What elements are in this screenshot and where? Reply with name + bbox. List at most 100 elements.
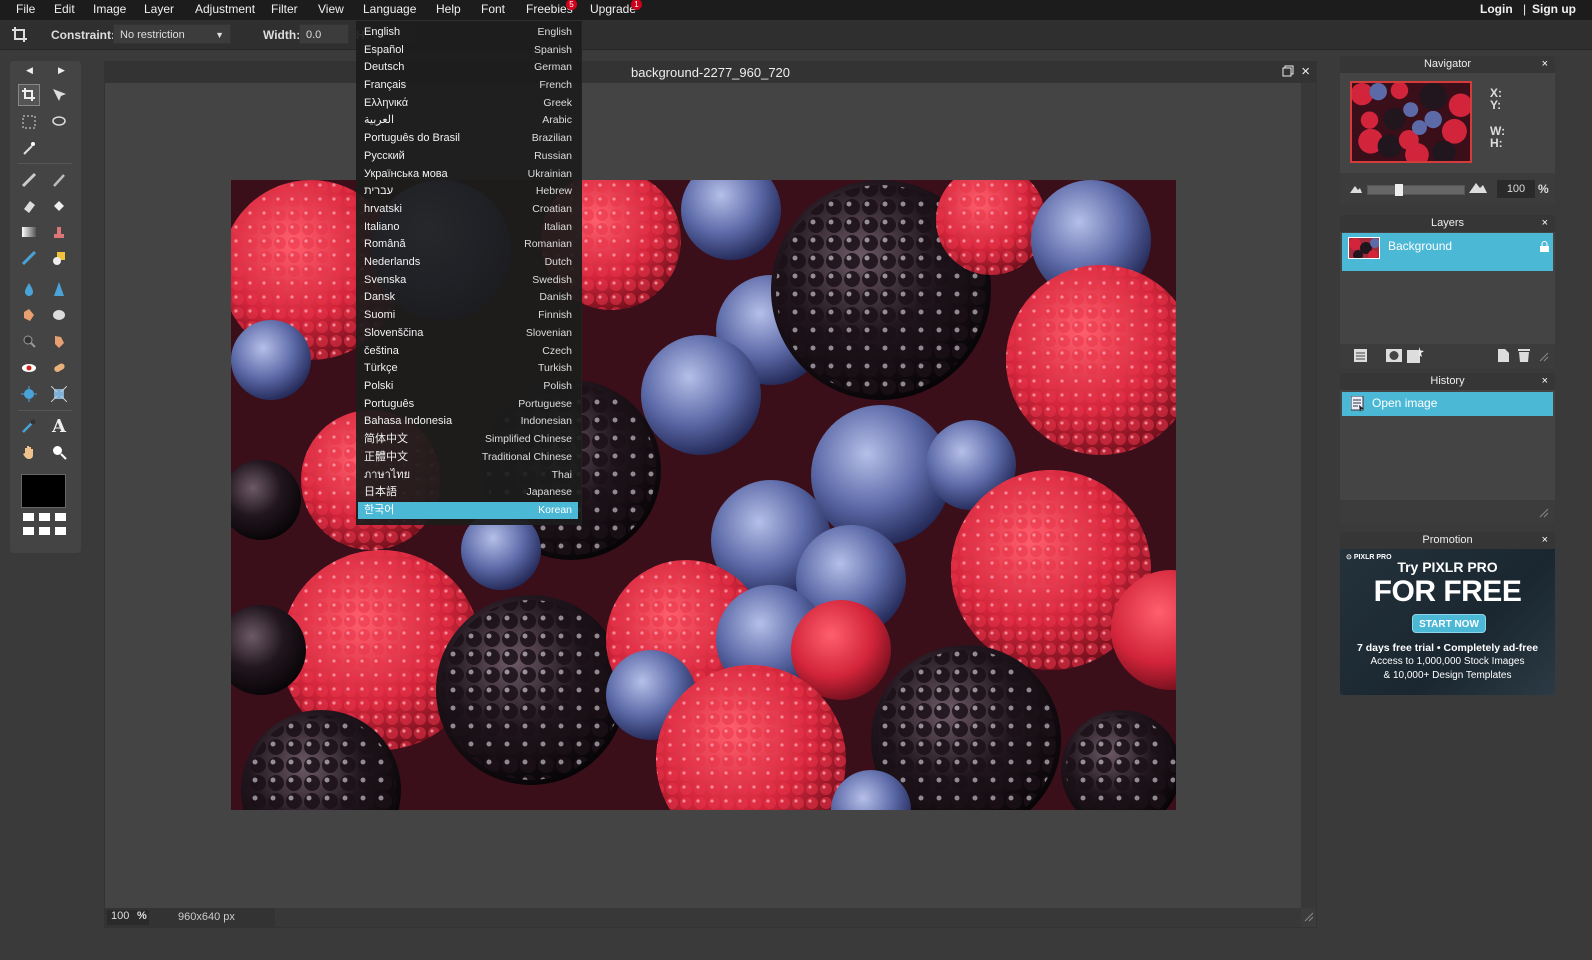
language-item[interactable]: Dansk Danish <box>358 289 578 306</box>
start-now-button[interactable]: START NOW <box>1412 614 1486 633</box>
language-item[interactable]: Español Spanish <box>358 42 578 59</box>
layer-row[interactable]: Background <box>1342 233 1553 271</box>
menu-view[interactable]: View <box>318 0 344 20</box>
width-field[interactable]: 0.0 <box>299 24 349 44</box>
language-item[interactable]: Português Portuguese <box>358 396 578 413</box>
pinch-tool-button[interactable] <box>48 383 70 405</box>
layer-settings-icon[interactable] <box>1354 349 1367 365</box>
language-item[interactable]: Nederlands Dutch <box>358 254 578 271</box>
menu-image[interactable]: Image <box>93 0 126 20</box>
zoom-out-mountain-icon[interactable] <box>1350 182 1362 196</box>
layer-mask-icon[interactable] <box>1386 349 1402 365</box>
language-item[interactable]: čeština Czech <box>358 343 578 360</box>
signup-link[interactable]: Sign up <box>1532 0 1576 20</box>
grid-icon[interactable] <box>23 513 67 539</box>
zoom-percent-field[interactable]: 100 <box>1497 180 1535 198</box>
layers-close-icon[interactable]: × <box>1542 215 1548 232</box>
history-close-icon[interactable]: × <box>1542 373 1548 390</box>
language-item[interactable]: Suomi Finnish <box>358 307 578 324</box>
language-item[interactable]: עברית Hebrew <box>358 183 578 200</box>
language-item[interactable]: Italiano Italian <box>358 219 578 236</box>
language-item[interactable]: العربية Arabic <box>358 112 578 129</box>
stamp-tool-button[interactable] <box>48 221 70 243</box>
language-item[interactable]: Português do Brasil Brazilian <box>358 130 578 147</box>
color-replace-tool-button[interactable] <box>18 247 40 269</box>
language-item[interactable]: 正體中文 Traditional Chinese <box>358 449 578 466</box>
language-item[interactable]: Slovenščina Slovenian <box>358 325 578 342</box>
zoom-slider-thumb[interactable] <box>1395 184 1403 196</box>
canvas-area[interactable] <box>105 83 1301 908</box>
promotion-banner[interactable]: ⊙ PIXLR PRO Try PIXLR PRO FOR FREE START… <box>1340 549 1555 695</box>
menu-upgrade[interactable]: Upgrade <box>590 0 636 20</box>
language-item[interactable]: Polski Polish <box>358 378 578 395</box>
burn-tool-button[interactable] <box>48 330 70 352</box>
history-item[interactable]: Open image <box>1342 392 1553 416</box>
move-tool-button[interactable] <box>48 84 70 106</box>
promotion-close-icon[interactable]: × <box>1542 532 1548 549</box>
language-item[interactable]: Deutsch German <box>358 59 578 76</box>
resize-grip-icon[interactable] <box>1539 507 1549 521</box>
dodge-tool-button[interactable] <box>18 330 40 352</box>
language-item[interactable]: English English <box>358 24 578 41</box>
type-tool-button[interactable]: A <box>48 415 70 437</box>
login-link[interactable]: Login <box>1480 0 1513 20</box>
gradient-tool-button[interactable] <box>18 221 40 243</box>
toolbox-expand-right-icon[interactable]: ▶ <box>58 65 65 76</box>
hand-tool-button[interactable] <box>18 441 40 463</box>
vertical-scrollbar[interactable] <box>1301 83 1316 908</box>
smudge-tool-button[interactable] <box>18 304 40 326</box>
crop-tool-button[interactable] <box>18 84 40 106</box>
language-item[interactable]: Română Romanian <box>358 236 578 253</box>
red-eye-tool-button[interactable] <box>18 357 40 379</box>
navigator-close-icon[interactable]: × <box>1542 56 1548 73</box>
language-item[interactable]: 日本語 Japanese <box>358 484 578 501</box>
menu-layer[interactable]: Layer <box>144 0 174 20</box>
color-picker-tool-button[interactable] <box>18 415 40 437</box>
brush-tool-button[interactable] <box>48 169 70 191</box>
menu-edit[interactable]: Edit <box>54 0 75 20</box>
menu-language[interactable]: Language <box>363 0 416 20</box>
menu-file[interactable]: File <box>16 0 35 20</box>
language-item[interactable]: Русский Russian <box>358 148 578 165</box>
zoom-in-mountain-icon[interactable] <box>1469 180 1487 196</box>
language-item[interactable]: Français French <box>358 77 578 94</box>
menu-filter[interactable]: Filter <box>271 0 298 20</box>
zoom-field[interactable]: 100 % <box>107 910 149 925</box>
trash-icon[interactable] <box>1518 348 1530 365</box>
language-item[interactable]: hrvatski Croatian <box>358 201 578 218</box>
sponge-tool-button[interactable] <box>48 304 70 326</box>
drawing-tool-button[interactable] <box>48 247 70 269</box>
horizontal-scrollbar[interactable] <box>275 908 1301 927</box>
bloat-tool-button[interactable] <box>18 383 40 405</box>
marquee-tool-button[interactable] <box>18 111 40 133</box>
language-item[interactable]: Bahasa Indonesia Indonesian <box>358 413 578 430</box>
language-item[interactable]: Türkçe Turkish <box>358 360 578 377</box>
sharpen-tool-button[interactable] <box>48 278 70 300</box>
pencil-tool-button[interactable] <box>18 169 40 191</box>
language-item[interactable]: 简体中文 Simplified Chinese <box>358 431 578 448</box>
lasso-tool-button[interactable] <box>48 111 70 133</box>
constraint-select[interactable]: No restriction ▼ <box>113 24 231 44</box>
menu-adjustment[interactable]: Adjustment <box>195 0 255 20</box>
bucket-tool-button[interactable] <box>48 195 70 217</box>
language-item[interactable]: Українська мова Ukrainian <box>358 166 578 183</box>
close-window-icon[interactable]: × <box>1301 61 1310 82</box>
language-item-selected[interactable]: 한국어 Korean <box>358 502 578 519</box>
resize-grip-icon[interactable] <box>1539 351 1549 365</box>
primary-color-swatch[interactable] <box>21 474 66 508</box>
blur-tool-button[interactable] <box>18 278 40 300</box>
language-item[interactable]: ภาษาไทย Thai <box>358 467 578 484</box>
zoom-slider[interactable] <box>1367 184 1465 196</box>
layer-styles-icon[interactable] <box>1407 347 1424 366</box>
image-window-title-bar[interactable]: background-2277_960_720 × <box>105 62 1316 83</box>
menu-help[interactable]: Help <box>436 0 461 20</box>
toolbox-collapse-left-icon[interactable]: ◀ <box>26 65 33 76</box>
menu-font[interactable]: Font <box>481 0 505 20</box>
zoom-tool-button[interactable] <box>48 441 70 463</box>
navigator-thumbnail[interactable] <box>1350 81 1472 163</box>
new-layer-icon[interactable] <box>1498 349 1509 365</box>
restore-window-icon[interactable] <box>1282 62 1294 83</box>
language-item[interactable]: Svenska Swedish <box>358 272 578 289</box>
language-item[interactable]: Ελληνικά Greek <box>358 95 578 112</box>
spot-heal-tool-button[interactable] <box>48 357 70 379</box>
